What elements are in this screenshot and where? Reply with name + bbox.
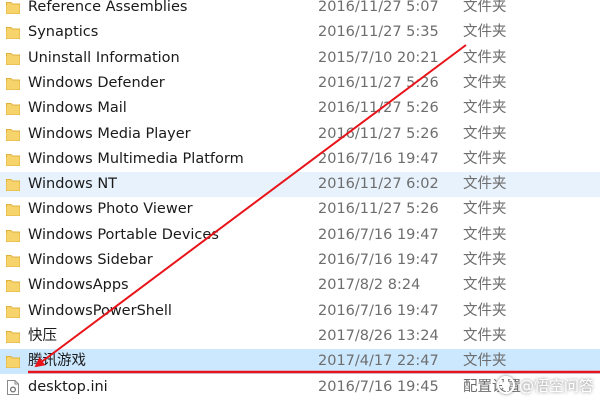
file-name: WindowsApps <box>28 277 129 294</box>
file-name: Synaptics <box>28 24 99 41</box>
file-name: desktop.ini <box>28 378 108 395</box>
file-date-modified: 2017/8/26 13:24 <box>318 327 439 344</box>
folder-icon <box>6 254 20 267</box>
file-date-modified: 2017/8/2 8:24 <box>318 277 421 294</box>
folder-icon <box>6 355 20 369</box>
folder-icon <box>6 330 20 343</box>
file-name: Windows Media Player <box>28 125 191 142</box>
file-name: Windows NT <box>28 176 118 193</box>
folder-icon <box>6 128 20 141</box>
file-row[interactable]: Windows Multimedia Platform 2016/7/16 19:… <box>0 147 600 172</box>
file-type: 文件夹 <box>463 24 507 41</box>
file-type: 文件夹 <box>463 353 507 370</box>
wukong-logo-icon <box>496 376 515 394</box>
file-name: Windows Defender <box>28 74 165 91</box>
file-row[interactable]: 腾讯游戏 2017/4/17 22:47 文件夹 <box>0 349 600 375</box>
file-date-modified: 2016/7/16 19:47 <box>318 302 439 319</box>
file-date-modified: 2016/11/27 5:26 <box>318 201 439 218</box>
file-type: 文件夹 <box>463 74 507 91</box>
file-row[interactable]: Reference Assemblies 2016/11/27 5:07 文件夹 <box>0 0 600 20</box>
file-date-modified: 2016/11/27 6:02 <box>318 176 439 193</box>
file-type: 文件夹 <box>463 201 507 218</box>
file-type: 文件夹 <box>463 49 507 66</box>
file-date-modified: 2016/7/16 19:47 <box>318 150 439 167</box>
watermark-text: @悟空问答 <box>518 376 594 395</box>
file-type: 文件夹 <box>463 150 507 167</box>
file-date-modified: 2016/11/27 5:35 <box>318 24 439 41</box>
file-row[interactable]: Windows Portable Devices 2016/7/16 19:47 文… <box>0 223 600 248</box>
folder-icon <box>6 102 20 116</box>
file-date-modified: 2016/7/16 19:45 <box>318 378 439 395</box>
file-name: WindowsPowerShell <box>28 302 172 319</box>
file-row[interactable]: WindowsApps 2017/8/2 8:24 文件夹 <box>0 273 600 298</box>
folder-icon <box>6 52 20 65</box>
file-name: Uninstall Information <box>28 49 180 66</box>
file-row[interactable]: 快压 2017/8/26 13:24 文件夹 <box>0 324 600 349</box>
file-date-modified: 2016/11/27 5:26 <box>318 74 439 91</box>
file-name: Windows Mail <box>28 100 127 117</box>
file-date-modified: 2016/7/16 19:47 <box>318 252 439 268</box>
file-type: 文件夹 <box>463 302 507 319</box>
folder-icon <box>6 203 20 217</box>
file-date-modified: 2015/7/10 20:21 <box>318 49 439 66</box>
file-date-modified: 2017/4/17 22:47 <box>318 353 439 370</box>
folder-icon <box>6 26 20 40</box>
folder-icon <box>6 305 20 318</box>
file-type: 文件夹 <box>463 0 507 15</box>
file-date-modified: 2016/11/27 5:26 <box>318 125 439 142</box>
folder-icon <box>6 279 20 293</box>
file-row[interactable]: Windows Mail 2016/11/27 5:26 文件夹 <box>0 96 600 121</box>
file-date-modified: 2016/11/27 5:07 <box>318 0 439 15</box>
file-date-modified: 2016/11/27 5:26 <box>318 100 439 117</box>
file-name: Reference Assemblies <box>28 0 188 15</box>
file-row[interactable]: Windows Sidebar 2016/7/16 19:47 文件夹 <box>0 248 600 273</box>
folder-icon <box>6 77 20 90</box>
file-type: 文件夹 <box>463 277 507 294</box>
file-type: 文件夹 <box>463 176 507 193</box>
file-name: 快压 <box>28 327 57 344</box>
file-type: 文件夹 <box>463 125 507 142</box>
file-name: Windows Sidebar <box>28 252 153 268</box>
file-name: Windows Photo Viewer <box>28 201 193 218</box>
file-type: 文件夹 <box>463 100 507 117</box>
folder-icon <box>6 153 20 166</box>
file-name: Windows Portable Devices <box>28 226 219 243</box>
file-row[interactable]: Uninstall Information 2015/7/10 20:21 文件夹 <box>0 46 600 71</box>
settings-file-icon <box>7 379 19 395</box>
file-type: 文件夹 <box>463 252 507 268</box>
file-row[interactable]: Synaptics 2016/11/27 5:35 文件夹 <box>0 20 600 45</box>
folder-icon <box>6 178 20 192</box>
file-type: 文件夹 <box>463 327 507 344</box>
watermark: @悟空问答 <box>496 374 594 396</box>
folder-icon <box>6 1 20 14</box>
file-row[interactable]: WindowsPowerShell 2016/7/16 19:47 文件夹 <box>0 299 600 324</box>
file-row[interactable]: Windows Photo Viewer 2016/11/27 5:26 文件夹 <box>0 197 600 222</box>
file-name: 腾讯游戏 <box>28 353 86 370</box>
file-type: 文件夹 <box>463 226 507 243</box>
file-row[interactable]: Windows NT 2016/11/27 6:02 文件夹 <box>0 172 600 198</box>
file-date-modified: 2016/7/16 19:47 <box>318 226 439 243</box>
file-row[interactable]: Windows Media Player 2016/11/27 5:26 文件夹 <box>0 122 600 147</box>
file-row[interactable]: Windows Defender 2016/11/27 5:26 文件夹 <box>0 71 600 96</box>
folder-icon <box>6 229 20 242</box>
file-name: Windows Multimedia Platform <box>28 150 244 167</box>
file-explorer-window: Reference Assemblies 2016/11/27 5:07 文件夹 Sy… <box>0 0 600 400</box>
